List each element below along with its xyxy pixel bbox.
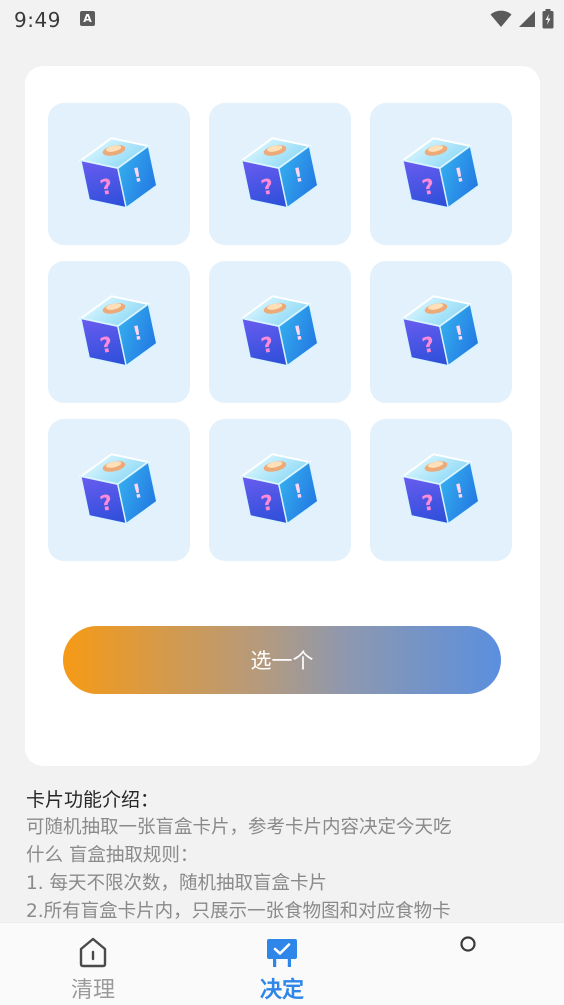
nav-label-clean: 清理 <box>70 978 115 1003</box>
nav-label-decide: 决定 <box>259 978 304 1003</box>
mystery-box-icon: ?! <box>232 124 328 224</box>
blind-box-tile[interactable]: ?! <box>48 419 190 561</box>
mystery-box-icon: ?! <box>71 440 167 540</box>
blind-box-tile[interactable]: ?! <box>209 103 351 245</box>
blind-box-tile[interactable]: ?! <box>370 261 512 403</box>
blind-box-grid: ?!?!?!?!?!?!?!?!?! <box>48 103 518 563</box>
notification-icon: A <box>80 11 95 26</box>
mystery-box-icon: ?! <box>232 440 328 540</box>
battery-icon <box>542 9 554 33</box>
mystery-box-icon: ?! <box>71 124 167 224</box>
mystery-box-icon: ?! <box>232 282 328 382</box>
status-time: 9:49 <box>14 8 61 32</box>
mystery-box-icon: ?! <box>393 124 489 224</box>
blind-box-tile[interactable]: ?! <box>370 103 512 245</box>
intro-line: 可随机抽取一张盲盒卡片，参考卡片内容决定今天吃 <box>26 817 452 838</box>
card-intro: 卡片功能介绍： 可随机抽取一张盲盒卡片，参考卡片内容决定今天吃 什么 盲盒抽取规… <box>26 786 546 926</box>
home-icon <box>76 935 110 973</box>
bottom-nav: 清理 决定 <box>0 922 564 1005</box>
mystery-box-icon: ?! <box>393 282 489 382</box>
signal-icon <box>518 10 536 32</box>
blind-box-tile[interactable]: ?! <box>48 103 190 245</box>
blind-box-tile[interactable]: ?! <box>209 261 351 403</box>
nav-item-clean[interactable]: 清理 <box>23 923 163 1005</box>
status-icons <box>490 9 554 33</box>
pick-one-button[interactable]: 选一个 <box>63 626 501 694</box>
blind-box-tile[interactable]: ?! <box>370 419 512 561</box>
intro-line: 什么 盲盒抽取规则： <box>26 845 199 866</box>
nav-item-decide[interactable]: 决定 <box>212 923 352 1005</box>
mystery-box-icon: ?! <box>393 440 489 540</box>
decide-icon <box>265 935 299 973</box>
intro-title: 卡片功能介绍： <box>26 789 160 811</box>
blind-box-tile[interactable]: ?! <box>48 261 190 403</box>
blind-box-card: ?!?!?!?!?!?!?!?!?! 选一个 <box>25 66 540 766</box>
blind-box-tile[interactable]: ?! <box>209 419 351 561</box>
mystery-box-icon: ?! <box>71 282 167 382</box>
nav-item-profile[interactable] <box>398 923 538 1005</box>
wifi-icon <box>490 10 512 32</box>
intro-line: 1. 每天不限次数，随机抽取盲盒卡片 <box>26 873 328 894</box>
profile-icon <box>457 933 479 959</box>
status-bar: 9:49 A <box>0 0 564 40</box>
